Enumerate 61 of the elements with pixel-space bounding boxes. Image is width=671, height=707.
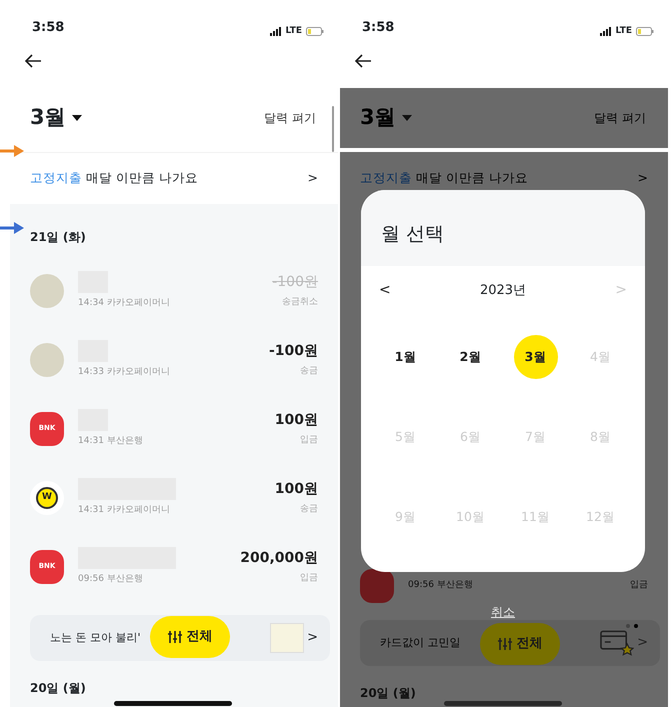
date-heading: 20일 (월)	[29, 680, 87, 697]
transaction-meta: 14:33 카카오페이머니	[78, 366, 171, 379]
transaction-amount: -100원	[272, 272, 318, 292]
transaction-type: 송금취소	[282, 296, 318, 309]
transaction-meta: 09:56 부산은행	[408, 579, 474, 592]
transaction-amount: 100원	[274, 410, 318, 430]
calendar-toggle-link[interactable]: 달력 펴기	[594, 109, 646, 127]
transaction-type: 입금	[630, 579, 648, 592]
date-heading: 20일 (월)	[359, 685, 417, 702]
status-time: 3:58	[362, 19, 394, 37]
coin-letter: W	[36, 486, 58, 508]
back-arrow-icon[interactable]	[354, 53, 372, 69]
month-option[interactable]: 2월	[448, 335, 492, 379]
transaction-type: 송금	[300, 364, 318, 378]
month-title[interactable]: 3월	[360, 102, 396, 134]
filter-button[interactable]: 전체	[480, 623, 560, 665]
previous-year-button[interactable]: <	[379, 280, 391, 301]
date-heading: 21일 (화)	[29, 229, 87, 246]
transaction-meta: 14:31 부산은행	[78, 434, 144, 448]
sliders-icon	[168, 630, 182, 644]
fixed-expense-text: 고정지출 매달 이만큼 나가요	[360, 169, 528, 188]
transaction-type: 입금	[300, 434, 318, 447]
dropdown-caret-icon	[72, 115, 82, 121]
sliders-icon	[498, 637, 512, 651]
dialog-title: 월 선택	[361, 190, 645, 266]
network-label: LTE	[285, 24, 302, 38]
month-option[interactable]: 3월	[514, 335, 558, 379]
fixed-expense-text: 고정지출 매달 이만큼 나가요	[30, 169, 198, 188]
transaction-amount: 100원	[274, 480, 318, 499]
calendar-toggle-link[interactable]: 달력 펴기	[264, 109, 316, 127]
chevron-icon[interactable]: >	[308, 169, 318, 188]
transaction-meta: 14:34 카카오페이머니	[78, 296, 171, 310]
bank-logo	[360, 569, 394, 603]
status-time: 3:58	[32, 19, 64, 37]
promo-image-placeholder	[270, 623, 304, 653]
avatar-placeholder	[30, 342, 64, 376]
cancel-link[interactable]: 취소	[491, 603, 515, 621]
banner-text: 카드값이 고민일	[380, 634, 460, 651]
transaction-type: 입금	[300, 572, 318, 585]
card-star-icon	[600, 628, 634, 658]
transaction-amount: -100원	[268, 342, 318, 361]
chevron-icon[interactable]: >	[637, 633, 648, 652]
transaction-amount: 200,000원	[240, 548, 318, 568]
chevron-icon[interactable]: >	[307, 628, 318, 648]
signal-icon	[270, 27, 282, 36]
banner-text: 노는 돈 모아 불리'	[50, 630, 141, 646]
signal-icon	[600, 27, 612, 36]
battery-icon	[636, 27, 654, 36]
battery-icon	[306, 27, 324, 36]
dropdown-caret-icon	[402, 115, 412, 121]
network-label: LTE	[615, 24, 632, 38]
transaction-type: 송금	[300, 502, 318, 516]
year-label: 2023년	[480, 282, 526, 300]
transaction-meta: 14:31 카카오페이머니	[78, 504, 171, 517]
filter-button[interactable]: 전체	[150, 616, 230, 658]
month-title[interactable]: 3월	[30, 102, 66, 134]
transaction-meta: 09:56 부산은행	[78, 572, 144, 586]
avatar-placeholder	[30, 274, 64, 308]
back-arrow-icon[interactable]	[24, 53, 42, 69]
chevron-icon[interactable]: >	[638, 169, 648, 188]
month-option[interactable]: 1월	[384, 335, 428, 379]
